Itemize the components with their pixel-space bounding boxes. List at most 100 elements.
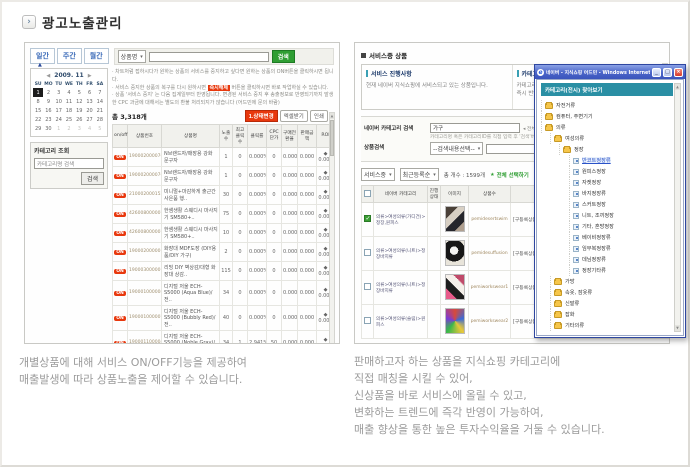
product-name-cell[interactable]: N브랜드자/매장용 강화 문구자	[162, 166, 220, 185]
maximize-button[interactable]	[663, 68, 672, 77]
search-input[interactable]	[149, 52, 269, 62]
calendar-date[interactable]: 8	[33, 97, 43, 106]
tree-item[interactable]: 속옷, 잠옷류	[550, 287, 673, 298]
status-change-button[interactable]: 1.상태변경	[245, 110, 278, 122]
on-off-toggle[interactable]: ON	[114, 291, 126, 296]
tree-item[interactable]: 정장기타류	[569, 265, 673, 276]
scroll-up-icon[interactable]	[675, 84, 680, 90]
search-option-select[interactable]: --검색내용선택--	[430, 142, 483, 155]
product-field-select[interactable]: 상품명	[118, 50, 146, 63]
service-filter-select[interactable]: 서비스중	[361, 168, 395, 181]
scrollbar[interactable]	[329, 112, 335, 343]
tree-item[interactable]: 베이비정장류	[569, 232, 673, 243]
excel-download-button[interactable]: 엑셀받기	[280, 110, 308, 122]
row-checkbox[interactable]	[364, 215, 371, 222]
tree-item[interactable]: 신발류	[550, 298, 673, 309]
calendar-date[interactable]: 15	[33, 106, 43, 115]
close-button[interactable]	[674, 68, 683, 77]
scroll-down-icon[interactable]	[675, 325, 680, 331]
calendar-date[interactable]: 25	[64, 115, 74, 124]
calendar-date[interactable]: 18	[64, 106, 74, 115]
calendar-date[interactable]: 30	[43, 124, 53, 133]
row-checkbox[interactable]	[364, 283, 371, 290]
select-all-link[interactable]: 전체 선택하기	[490, 171, 529, 179]
calendar-date[interactable]: 21	[95, 106, 105, 115]
tree-item[interactable]: 잡화	[550, 309, 673, 320]
product-name-cell[interactable]: 한샘생활 스웨디시 마사지기 SM580+..	[162, 204, 220, 223]
calendar-prev-icon[interactable]	[46, 73, 50, 79]
calendar-date[interactable]: 10	[54, 97, 64, 106]
calendar-date[interactable]: 20	[84, 106, 94, 115]
row-checkbox[interactable]	[364, 317, 371, 324]
tree-item[interactable]: 여성의류	[550, 133, 673, 144]
calendar-date[interactable]: 3	[54, 88, 64, 97]
calendar-next-icon[interactable]	[88, 73, 92, 79]
calendar-date[interactable]: 26	[74, 115, 84, 124]
tree-item[interactable]: 기타의류	[550, 320, 673, 331]
period-tab[interactable]: 주간	[57, 48, 82, 64]
calendar-date[interactable]: 19	[74, 106, 84, 115]
calendar-date[interactable]: 2	[64, 124, 74, 133]
period-tab[interactable]: 월간	[84, 48, 109, 64]
on-off-toggle[interactable]: ON	[114, 193, 126, 198]
product-name-cell[interactable]: 한샘생활 스웨디시 마사지기 SM580+..	[162, 223, 220, 242]
calendar-date[interactable]: 27	[84, 115, 94, 124]
calendar-date[interactable]: 7	[95, 88, 105, 97]
tree-item[interactable]: 의류	[541, 122, 673, 133]
on-off-toggle[interactable]: ON	[114, 231, 126, 236]
period-tab[interactable]: 일간	[30, 48, 55, 64]
on-off-toggle[interactable]: ON	[114, 269, 126, 274]
calendar-date[interactable]: 24	[54, 115, 64, 124]
calendar-date[interactable]: 5	[95, 124, 105, 133]
calendar-date[interactable]: 2	[43, 88, 53, 97]
product-name-cell[interactable]: 리빙 DIY 벽상감/대형 화장대 상감..	[162, 261, 220, 280]
row-checkbox[interactable]	[364, 249, 371, 256]
tree-item[interactable]: 자켓정장	[569, 177, 673, 188]
naver-category-input[interactable]	[430, 123, 520, 133]
calendar-date[interactable]: 29	[33, 124, 43, 133]
tree-item[interactable]: 스커트정장	[569, 199, 673, 210]
tree-item[interactable]: 원피스정장	[569, 166, 673, 177]
tree-item[interactable]: 자전거류	[541, 100, 673, 111]
calendar-date[interactable]: 9	[43, 97, 53, 106]
calendar-date[interactable]: 17	[54, 106, 64, 115]
category-search-button[interactable]: 검색	[81, 172, 104, 185]
on-off-toggle[interactable]: ON	[114, 341, 126, 343]
on-off-toggle[interactable]: ON	[114, 212, 126, 217]
tree-item[interactable]: 컴퓨터, 주변기기	[541, 111, 673, 122]
calendar-date[interactable]: 11	[64, 97, 74, 106]
product-name-cell[interactable]: 미니멀+마감하게 출근간 사은품 행..	[162, 185, 220, 204]
calendar-date[interactable]: 22	[33, 115, 43, 124]
product-name-cell[interactable]: N브랜드자/매장용 강화 문구자	[162, 147, 220, 166]
on-off-toggle[interactable]: ON	[114, 316, 126, 321]
tree-item[interactable]: 기타, 혼방정장	[569, 221, 673, 232]
tree-item[interactable]: 니트, 조끼정장	[569, 210, 673, 221]
tree-item[interactable]: 반코트정장류	[569, 155, 673, 166]
calendar-date[interactable]: 5	[74, 88, 84, 97]
product-name-cell[interactable]: 화장대 MDF도장 (DIY용품/DIY 가구)	[162, 242, 220, 261]
product-name-cell[interactable]: 디지털 저울 ECH-S5000 (Aqua Blue)/전..	[162, 280, 220, 305]
category-search-input[interactable]	[34, 158, 104, 169]
on-off-toggle[interactable]: ON	[114, 155, 126, 160]
on-off-toggle[interactable]: ON	[114, 174, 126, 179]
scrollbar-thumb[interactable]	[330, 120, 334, 156]
on-off-toggle[interactable]: ON	[114, 250, 126, 255]
minimize-button[interactable]	[652, 68, 661, 77]
calendar-date[interactable]: 1	[54, 124, 64, 133]
tree-item[interactable]: 데님정장류	[569, 254, 673, 265]
scrollbar[interactable]	[674, 83, 681, 332]
calendar-date[interactable]: 4	[84, 124, 94, 133]
tree-item[interactable]: 임부복정장류	[569, 243, 673, 254]
calendar-date[interactable]: 4	[64, 88, 74, 97]
calendar-date[interactable]: 28	[95, 115, 105, 124]
calendar-date[interactable]: 23	[43, 115, 53, 124]
calendar-date[interactable]: 6	[84, 88, 94, 97]
product-name-cell[interactable]: 디지털 저울 ECH-S5000 (Bubbly Red)/전..	[162, 305, 220, 330]
calendar-date[interactable]: 1	[33, 88, 43, 97]
search-button[interactable]: 검색	[272, 50, 295, 63]
select-all-checkbox[interactable]	[364, 190, 371, 197]
calendar-date[interactable]: 13	[84, 97, 94, 106]
print-button[interactable]: 인쇄	[310, 110, 328, 122]
tree-item[interactable]: 정장	[559, 144, 673, 155]
popup-titlebar[interactable]: 네이버 - 지식쇼핑 어드민 - Windows Internet E...	[535, 65, 685, 79]
